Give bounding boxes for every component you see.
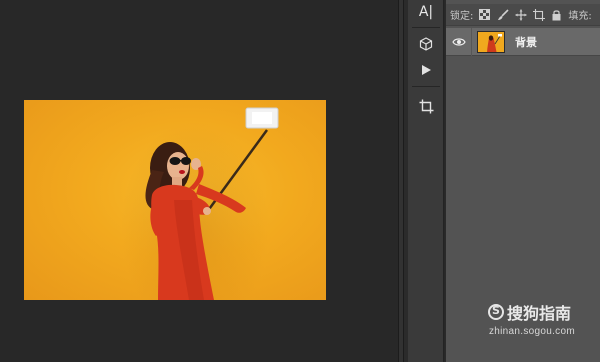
tool-separator xyxy=(412,27,440,28)
eye-icon xyxy=(451,37,466,46)
character-text-icon: A| xyxy=(418,4,434,20)
panel-icon-strip: A| xyxy=(408,0,444,362)
lock-label: 锁定: xyxy=(450,11,474,22)
layer-thumbnail xyxy=(477,30,505,53)
canvas-area[interactable] xyxy=(0,0,398,362)
3d-panel-button[interactable] xyxy=(414,32,438,56)
crop-icon xyxy=(419,99,433,113)
document-image[interactable] xyxy=(24,100,326,300)
tool-separator xyxy=(412,86,440,87)
selfie-woman-illustration xyxy=(145,107,279,300)
sogou-logo-icon: S xyxy=(488,304,504,320)
sogou-logo-symbol: S xyxy=(492,304,500,317)
watermark-url: zhinan.sogou.com xyxy=(489,326,575,337)
sogou-watermark: S 搜狗指南 zhinan.sogou.com xyxy=(488,300,598,352)
layer-row-background[interactable]: 背景 xyxy=(446,27,600,56)
lock-icon[interactable] xyxy=(550,8,563,21)
layer-visibility-toggle[interactable] xyxy=(446,27,472,56)
brush-icon[interactable] xyxy=(496,8,509,21)
move-arrows-icon[interactable] xyxy=(514,8,527,21)
transparency-checker-icon[interactable] xyxy=(478,8,491,21)
layer-name: 背景 xyxy=(515,35,537,49)
artboard-icon[interactable] xyxy=(532,8,545,21)
face xyxy=(167,152,189,180)
fill-label: 填充: xyxy=(568,11,592,22)
lock-bar: 锁定: 填充: xyxy=(446,4,600,26)
character-panel-button[interactable]: A| xyxy=(414,0,438,24)
crop-tool-button[interactable] xyxy=(414,94,438,118)
cube-3d-icon xyxy=(419,37,433,51)
watermark-logo-text: 搜狗指南 xyxy=(507,304,572,323)
play-action-button[interactable] xyxy=(414,58,438,82)
play-icon xyxy=(422,65,431,75)
